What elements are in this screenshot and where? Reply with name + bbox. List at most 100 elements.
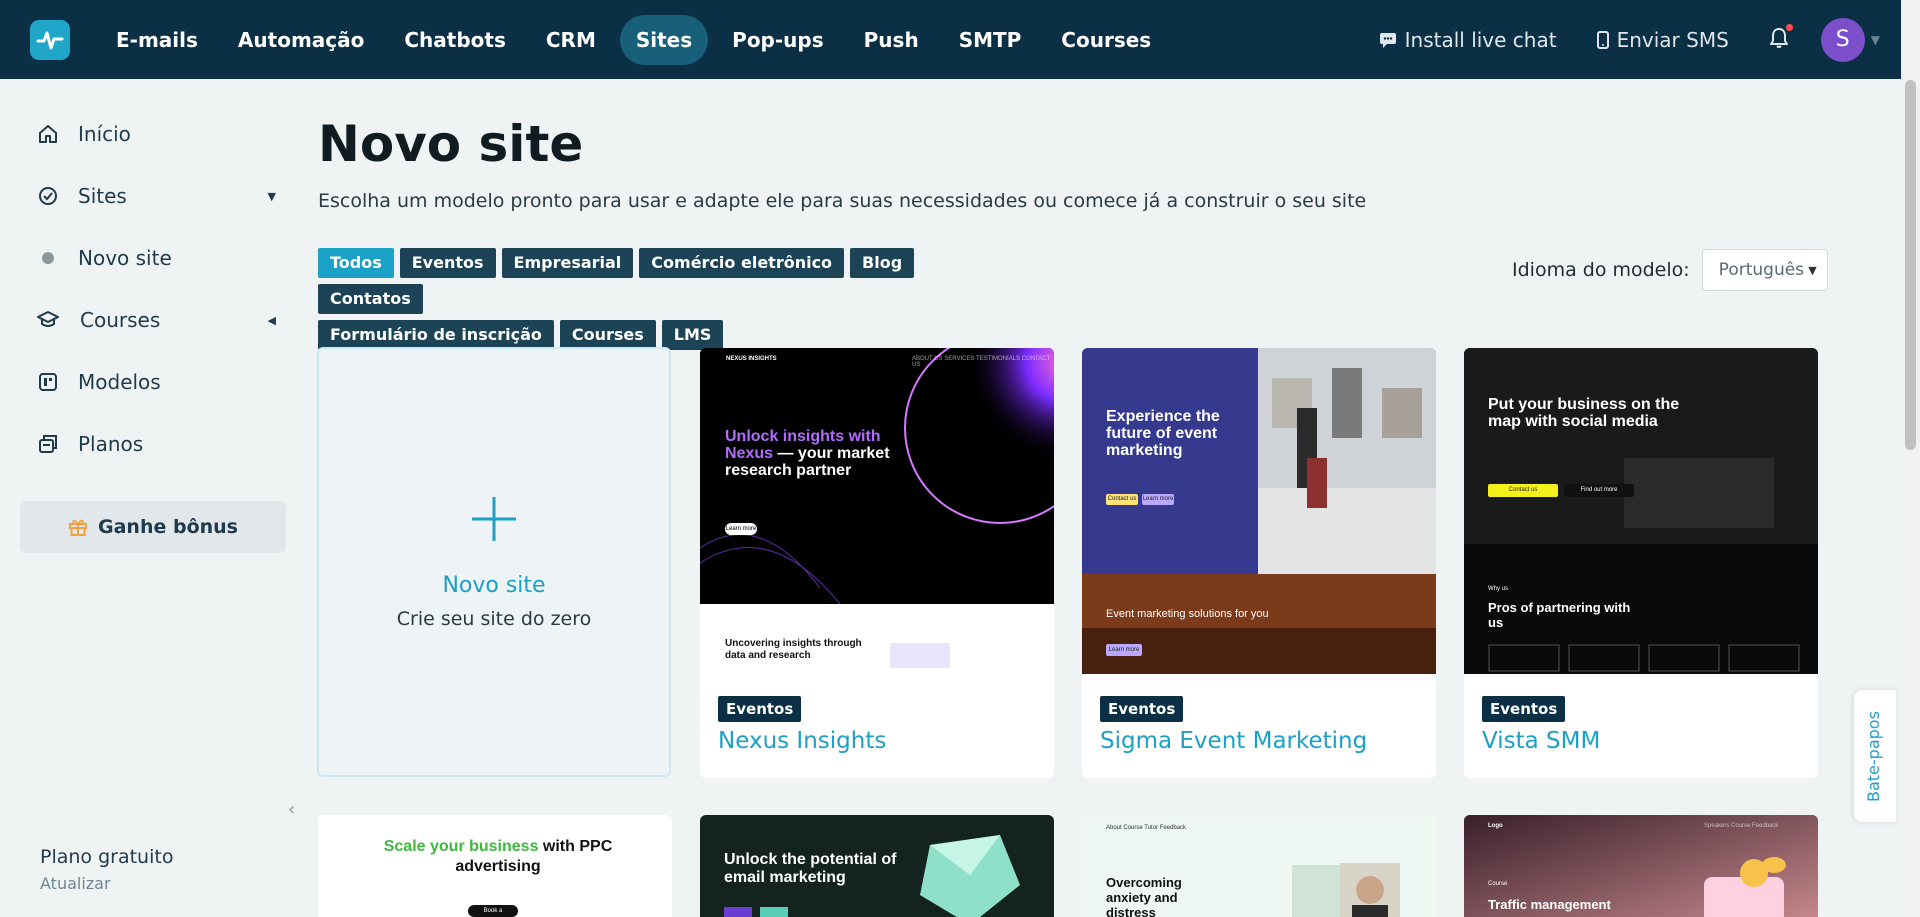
new-site-subtitle: Crie seu site do zero [396, 607, 592, 630]
app-logo[interactable] [30, 20, 70, 60]
template-card-vista-smm[interactable]: Put your business on the map with social… [1464, 348, 1818, 778]
page-title: Novo site [318, 115, 584, 173]
preview-button-more: Find out more [1564, 484, 1634, 497]
caret-left-icon[interactable]: ◀ [268, 314, 276, 327]
preview-button-contact: Contact us [1488, 484, 1558, 497]
preview-headline: Experience the future of event marketing [1106, 408, 1220, 459]
template-preview: Scale your business with PPC advertising… [318, 815, 672, 917]
preview-section-title: Event marketing solutions for you [1106, 608, 1269, 620]
template-name[interactable]: Sigma Event Marketing [1100, 728, 1418, 754]
preview-small-label: Why us [1488, 586, 1509, 592]
new-site-card[interactable]: Novo site Crie seu site do zero [317, 347, 671, 777]
top-navbar: E-mails Automação Chatbots CRM Sites Pop… [0, 0, 1920, 79]
filter-lms[interactable]: LMS [661, 320, 724, 350]
sites-icon [36, 184, 60, 208]
plan-name: Plano gratuito [40, 846, 174, 868]
template-card-ppc[interactable]: Scale your business with PPC advertising… [318, 815, 672, 917]
template-name[interactable]: Vista SMM [1482, 728, 1800, 754]
template-preview: Logo Speakers Course Feedback Course Tra… [1464, 815, 1818, 917]
chats-tab-label: Bate-papos [1864, 711, 1883, 802]
preview-headline: Unlock the potential of email marketing [724, 851, 897, 886]
send-sms-label: Enviar SMS [1616, 27, 1729, 52]
nav-push[interactable]: Push [848, 15, 935, 65]
preview-nav: Speakers Course Feedback [1704, 823, 1779, 829]
notification-dot [1785, 23, 1793, 31]
filter-blog[interactable]: Blog [850, 248, 915, 278]
bonus-button[interactable]: Ganhe bônus [20, 501, 286, 553]
bell-icon [1769, 27, 1788, 48]
phone-icon [1596, 30, 1609, 49]
language-select[interactable]: Português ▼ [1701, 249, 1828, 291]
preview-button: Learn more [725, 523, 757, 535]
nav-popups[interactable]: Pop-ups [716, 15, 839, 65]
page-scrollbar[interactable] [1901, 0, 1920, 917]
template-meta: Eventos Vista SMM [1464, 674, 1818, 754]
templates-icon [36, 370, 60, 394]
preview-headline: Overcoming anxiety and distress [1106, 875, 1182, 917]
bonus-label: Ganhe bônus [98, 516, 238, 538]
preview-small-label: Course [1488, 881, 1508, 887]
preview-button-learn-2: Learn more [1106, 644, 1142, 656]
new-site-title: Novo site [442, 572, 546, 598]
sidebar-item-planos[interactable]: Planos [36, 424, 276, 464]
nav-chatbots[interactable]: Chatbots [388, 15, 522, 65]
template-preview: Unlock the potential of email marketing [700, 815, 1054, 917]
template-card-sigma-event-marketing[interactable]: Experience the future of event marketing… [1082, 348, 1436, 778]
scrollbar-thumb[interactable] [1905, 80, 1916, 450]
sidebar-item-inicio[interactable]: Início [36, 114, 276, 154]
filter-contatos[interactable]: Contatos [318, 284, 423, 314]
filter-eventos[interactable]: Eventos [399, 248, 496, 278]
nav-emails[interactable]: E-mails [100, 15, 214, 65]
filter-formulario-inscricao[interactable]: Formulário de inscrição [318, 320, 554, 350]
filter-todos[interactable]: Todos [318, 248, 394, 278]
template-name[interactable]: Nexus Insights [718, 728, 1036, 754]
template-meta: Eventos Sigma Event Marketing [1082, 674, 1436, 754]
install-live-chat-link[interactable]: Install live chat [1379, 28, 1557, 52]
filter-empresarial[interactable]: Empresarial [501, 248, 634, 278]
caret-down-icon[interactable]: ▼ [268, 190, 276, 203]
language-label: Idioma do modelo: [1512, 259, 1690, 281]
nav-sites[interactable]: Sites [619, 14, 709, 65]
preview-button-contact: Contact us [1106, 494, 1138, 505]
sidebar-item-modelos[interactable]: Modelos [36, 362, 276, 402]
preview-section-title: Uncovering insights through data and res… [725, 638, 862, 661]
graduation-cap-icon [36, 308, 60, 332]
template-tag: Eventos [718, 696, 802, 722]
home-icon [36, 122, 60, 146]
template-card-traffic-management[interactable]: Logo Speakers Course Feedback Course Tra… [1464, 815, 1818, 917]
preview-brand: NEXUS INSIGHTS [726, 356, 777, 362]
preview-brand: Logo [1488, 823, 1503, 829]
template-preview: Experience the future of event marketing… [1082, 348, 1436, 674]
template-card-nexus-insights[interactable]: NEXUS INSIGHTS ABOUT US SERVICES TESTIMO… [700, 348, 1054, 778]
template-tag: Eventos [1482, 696, 1566, 722]
chats-side-tab[interactable]: Bate-papos [1854, 690, 1896, 822]
template-preview: About Course Tutor Feedback Overcoming a… [1082, 815, 1436, 917]
gift-icon [69, 519, 87, 536]
preview-nav: ABOUT US SERVICES TESTIMONIALS CONTACT U… [912, 356, 1051, 368]
preview-nav: About Course Tutor Feedback [1106, 825, 1187, 831]
filter-courses[interactable]: Courses [559, 320, 656, 350]
filter-comercio-eletronico[interactable]: Comércio eletrônico [639, 248, 845, 278]
nav-courses[interactable]: Courses [1045, 15, 1167, 65]
plus-icon [472, 496, 516, 541]
nav-crm[interactable]: CRM [530, 15, 612, 65]
nav-smtp[interactable]: SMTP [943, 15, 1038, 65]
collapse-sidebar-icon[interactable]: ‹ [288, 799, 295, 820]
sidebar-item-courses[interactable]: Courses ◀ [36, 300, 276, 340]
sidebar-item-sites[interactable]: Sites ▼ [36, 176, 276, 216]
notifications-button[interactable] [1769, 23, 1793, 53]
preview-button: Book a consultation [468, 905, 518, 917]
user-avatar[interactable]: S [1820, 17, 1865, 62]
template-card-anxiety-course[interactable]: About Course Tutor Feedback Overcoming a… [1082, 815, 1436, 917]
template-meta: Eventos Nexus Insights [700, 674, 1054, 754]
template-card-email-marketing[interactable]: Unlock the potential of email marketing [700, 815, 1054, 917]
sidebar-item-novo-site[interactable]: Novo site [36, 238, 276, 278]
language-value: Português [1718, 260, 1805, 280]
chevron-down-icon[interactable]: ▼ [1871, 33, 1880, 47]
upgrade-link[interactable]: Atualizar [40, 874, 173, 893]
top-right-actions: Install live chat Enviar SMS S ▼ [1379, 0, 1880, 79]
sidebar-item-label: Courses [80, 308, 161, 332]
nav-automacao[interactable]: Automação [222, 15, 380, 65]
send-sms-link[interactable]: Enviar SMS [1596, 27, 1729, 52]
preview-section-title: Pros of partnering with us [1488, 600, 1631, 630]
